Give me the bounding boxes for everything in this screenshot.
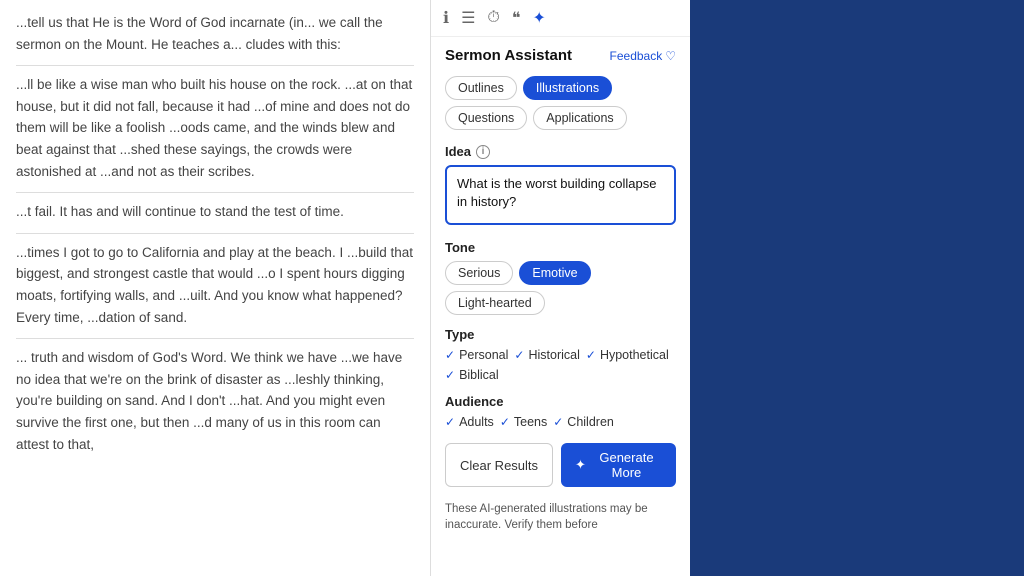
audience-adults[interactable]: ✓ Adults — [445, 415, 494, 429]
sidebar-panel: ℹ ☰ ⏱ ❝ ✦ Sermon Assistant Feedback ♡ Ou… — [430, 0, 690, 576]
tone-emotive[interactable]: Emotive — [519, 261, 590, 285]
text-paragraph-2: ...ll be like a wise man who built his h… — [16, 74, 414, 182]
type-personal[interactable]: ✓ Personal — [445, 348, 508, 362]
idea-input[interactable]: What is the worst building collapse in h… — [445, 165, 676, 225]
idea-info-icon[interactable]: i — [476, 145, 490, 159]
personal-check-icon: ✓ — [445, 348, 455, 362]
audience-label: Audience — [445, 394, 676, 409]
actions-row: Clear Results ✦ Generate More — [431, 433, 690, 497]
tab-questions[interactable]: Questions — [445, 106, 527, 130]
clear-results-button[interactable]: Clear Results — [445, 443, 553, 487]
audience-options: ✓ Adults ✓ Teens ✓ Children — [445, 415, 676, 429]
history-icon[interactable]: ⏱ — [487, 9, 499, 27]
feedback-link[interactable]: Feedback ♡ — [610, 49, 676, 63]
info-icon[interactable]: ℹ — [443, 8, 449, 28]
idea-label: Idea i — [445, 144, 676, 159]
tone-serious[interactable]: Serious — [445, 261, 513, 285]
adults-check-icon: ✓ — [445, 415, 455, 429]
tab-applications[interactable]: Applications — [533, 106, 626, 130]
tone-section: Tone Serious Emotive Light-hearted — [431, 232, 690, 319]
right-panel — [690, 0, 1024, 576]
type-hypothetical[interactable]: ✓ Hypothetical — [586, 348, 669, 362]
hypothetical-check-icon: ✓ — [586, 348, 596, 362]
type-biblical[interactable]: ✓ Biblical — [445, 368, 499, 382]
tone-options: Serious Emotive Light-hearted — [445, 261, 676, 315]
audience-children[interactable]: ✓ Children — [553, 415, 614, 429]
toolbar: ℹ ☰ ⏱ ❝ ✦ — [431, 0, 690, 37]
tone-lighthearted[interactable]: Light-hearted — [445, 291, 545, 315]
disclaimer-text: These AI-generated illustrations may be … — [431, 497, 690, 541]
quote-icon[interactable]: ❝ — [512, 8, 521, 28]
children-check-icon: ✓ — [553, 415, 563, 429]
tab-outlines[interactable]: Outlines — [445, 76, 517, 100]
sparkle-icon[interactable]: ✦ — [533, 8, 546, 28]
list-icon[interactable]: ☰ — [461, 8, 475, 28]
audience-section: Audience ✓ Adults ✓ Teens ✓ Children — [431, 386, 690, 433]
type-options: ✓ Personal ✓ Historical ✓ Hypothetical ✓… — [445, 348, 676, 382]
audience-teens[interactable]: ✓ Teens — [500, 415, 547, 429]
generate-label: Generate More — [591, 450, 662, 480]
teens-check-icon: ✓ — [500, 415, 510, 429]
type-section: Type ✓ Personal ✓ Historical ✓ Hypotheti… — [431, 319, 690, 386]
text-panel: ...tell us that He is the Word of God in… — [0, 0, 430, 576]
text-paragraph-4: ...times I got to go to California and p… — [16, 242, 414, 328]
generate-spark-icon: ✦ — [575, 457, 586, 473]
text-paragraph-5: ... truth and wisdom of God's Word. We t… — [16, 347, 414, 455]
generate-more-button[interactable]: ✦ Generate More — [561, 443, 676, 487]
biblical-check-icon: ✓ — [445, 368, 455, 382]
historical-check-icon: ✓ — [514, 348, 524, 362]
type-historical[interactable]: ✓ Historical — [514, 348, 579, 362]
header-row: Sermon Assistant Feedback ♡ — [431, 37, 690, 70]
tabs-row: Outlines Illustrations Questions Applica… — [431, 70, 690, 136]
text-paragraph-3: ...t fail. It has and will continue to s… — [16, 201, 414, 223]
tab-illustrations[interactable]: Illustrations — [523, 76, 612, 100]
type-label: Type — [445, 327, 676, 342]
idea-section: Idea i What is the worst building collap… — [431, 136, 690, 232]
text-paragraph-1: ...tell us that He is the Word of God in… — [16, 12, 414, 55]
tone-label: Tone — [445, 240, 676, 255]
panel-title: Sermon Assistant — [445, 47, 572, 64]
